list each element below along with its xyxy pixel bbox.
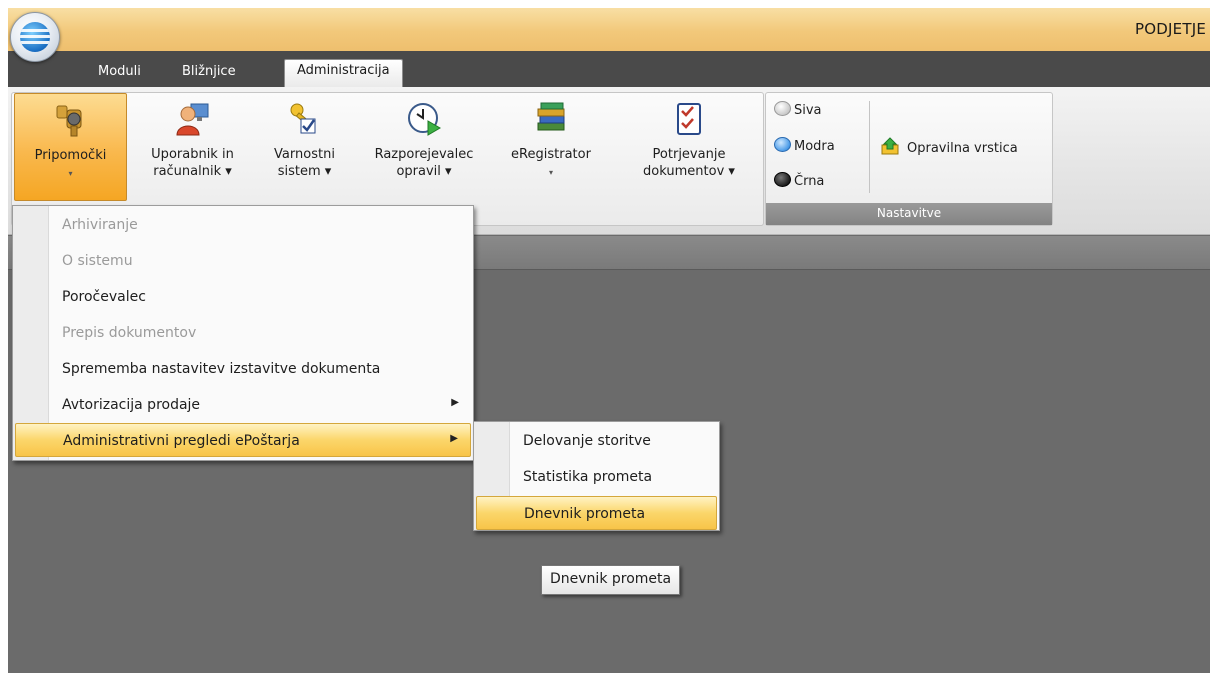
racunalnik-label: računalnik ▾ xyxy=(153,164,232,179)
pripomocki-dropdown-menu: Arhiviranje O sistemu Poročevalec Prepis… xyxy=(12,205,474,461)
theme-siva-label: Siva xyxy=(794,103,822,118)
pripomocki-button[interactable]: Pripomočki ▾ xyxy=(14,93,127,201)
ribbon-group-nastavitve: Siva Modra Črna Opravilna vrstica Nastav… xyxy=(765,92,1053,226)
theme-siva-option[interactable]: Siva xyxy=(774,101,822,123)
submenu-item-dnevnik-prometa[interactable]: Dnevnik prometa xyxy=(476,496,717,530)
app-title: PODJETJE xyxy=(1135,20,1206,38)
ribbon-tab-row: Moduli Bližnjice Administracija xyxy=(8,51,1210,88)
epostar-submenu: Delovanje storitve Statistika prometa Dn… xyxy=(473,421,720,531)
books-registry-icon xyxy=(537,102,565,131)
menu-item-prepis-dokumentov[interactable]: Prepis dokumentov xyxy=(15,316,471,350)
submenu-arrow-icon: ▶ xyxy=(451,397,459,408)
avtorizacija-prodaje-label: Avtorizacija prodaje xyxy=(62,397,201,413)
opravilna-vrstica-button[interactable]: Opravilna vrstica xyxy=(881,137,1018,159)
sistem-label: sistem ▾ xyxy=(277,164,332,179)
chevron-down-icon: ▾ xyxy=(68,169,73,178)
pripomocki-label: Pripomočki xyxy=(34,148,107,163)
radio-black-icon xyxy=(774,172,791,187)
submenu-item-statistika-prometa[interactable]: Statistika prometa xyxy=(476,460,717,494)
radio-gray-icon xyxy=(774,101,791,116)
keys-security-icon xyxy=(290,103,315,134)
menu-item-sprememba-nastavitev[interactable]: Sprememba nastavitev izstavitve dokument… xyxy=(15,352,471,386)
menu-item-administrativni-pregledi[interactable]: Administrativni pregledi ePoštarja ▶ xyxy=(15,423,471,457)
user-computer-icon xyxy=(175,103,208,136)
potrjevanje-label: Potrjevanje xyxy=(652,147,726,162)
eregistrator-label: eRegistrator xyxy=(511,147,591,162)
clock-scheduler-icon xyxy=(408,103,441,136)
submenu-arrow-icon: ▶ xyxy=(450,433,458,444)
dokumentov-label: dokumentov ▾ xyxy=(643,164,735,179)
group-label-nastavitve: Nastavitve xyxy=(766,203,1052,225)
globe-icon xyxy=(20,22,50,52)
application-menu-button[interactable] xyxy=(10,12,60,62)
varnostni-sistem-button[interactable]: Varnostni sistem ▾ xyxy=(257,93,352,201)
radio-blue-icon xyxy=(774,137,791,152)
tooltip: Dnevnik prometa xyxy=(541,565,681,595)
uporabnik-racunalnik-button[interactable]: Uporabnik in računalnik ▾ xyxy=(135,93,250,201)
razporejevalec-label: Razporejevalec xyxy=(374,147,474,162)
tab-administracija[interactable]: Administracija xyxy=(284,59,403,87)
group-separator xyxy=(869,101,870,193)
theme-crna-label: Črna xyxy=(794,174,825,189)
varnostni-label: Varnostni xyxy=(274,147,335,162)
submenu-item-delovanje-storitve[interactable]: Delovanje storitve xyxy=(476,424,717,458)
opravilna-vrstica-label: Opravilna vrstica xyxy=(907,141,1018,156)
theme-modra-option[interactable]: Modra xyxy=(774,137,835,159)
chevron-down-icon: ▾ xyxy=(548,168,553,177)
razporejevalec-opravil-button[interactable]: Razporejevalec opravil ▾ xyxy=(362,93,486,201)
theme-modra-label: Modra xyxy=(794,139,835,154)
eregistrator-button[interactable]: eRegistrator ▾ xyxy=(496,93,606,201)
tab-moduli[interactable]: Moduli xyxy=(86,61,153,87)
taskbar-arrow-icon xyxy=(881,137,899,155)
wrench-tools-icon xyxy=(56,105,81,137)
potrjevanje-dokumentov-button[interactable]: Potrjevanje dokumentov ▾ xyxy=(624,93,754,201)
app-window: PODJETJE Moduli Bližnjice Administracija… xyxy=(8,8,1210,673)
tab-bliznjice[interactable]: Bližnjice xyxy=(170,61,248,87)
administrativni-pregledi-label: Administrativni pregledi ePoštarja xyxy=(63,433,300,449)
menu-item-arhiviranje[interactable]: Arhiviranje xyxy=(15,208,471,242)
theme-crna-option[interactable]: Črna xyxy=(774,172,824,194)
uporabnik-label: Uporabnik in xyxy=(151,147,234,162)
menu-item-avtorizacija-prodaje[interactable]: Avtorizacija prodaje ▶ xyxy=(15,388,471,422)
opravil-label: opravil ▾ xyxy=(396,164,452,179)
menu-item-o-sistemu[interactable]: O sistemu xyxy=(15,244,471,278)
title-bar: PODJETJE xyxy=(8,8,1210,51)
checklist-icon xyxy=(677,103,701,135)
menu-item-porocevalec[interactable]: Poročevalec xyxy=(15,280,471,314)
